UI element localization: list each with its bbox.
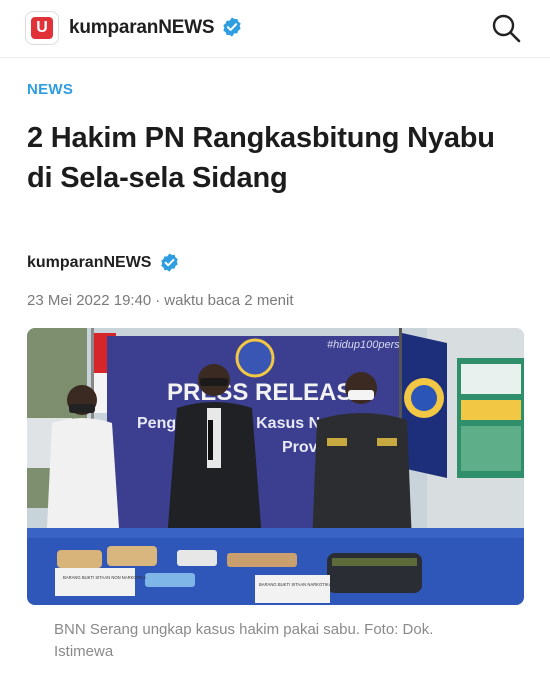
category-label[interactable]: NEWS	[27, 81, 73, 98]
reading-time: waktu baca 2 menit	[164, 292, 294, 309]
publish-date: 23 Mei 2022 19:40	[27, 292, 152, 309]
article-photo[interactable]: #hidup100persen PRESS RELEASE Pengungkap…	[27, 328, 524, 605]
evidence-sign-2: BARANG BUKTI SITAAN NARKOTIKA	[259, 582, 332, 587]
banner-title: PRESS RELEASE	[167, 379, 368, 406]
author-name[interactable]: kumparanNEWS	[27, 254, 151, 272]
photo-caption: BNN Serang ungkap kasus hakim pakai sabu…	[54, 621, 434, 660]
verified-badge-icon	[161, 253, 178, 272]
evidence-sign-1: BARANG BUKTI SITAAN NON NARKOTIKA	[63, 575, 146, 580]
article-meta: 23 Mei 2022 19:40 · waktu baca 2 menit	[27, 292, 294, 309]
article-headline: 2 Hakim PN Rangkasbitung Nyabu di Sela-s…	[27, 122, 495, 194]
top-bar: U kumparanNEWS	[0, 0, 550, 58]
logo-letter: U	[31, 17, 53, 39]
meta-separator: ·	[155, 292, 161, 309]
verified-badge-icon	[223, 17, 241, 37]
brand-name[interactable]: kumparanNEWS	[69, 17, 215, 39]
search-icon[interactable]	[490, 12, 522, 44]
kumparan-logo[interactable]: U	[25, 11, 59, 45]
press-conference-image: #hidup100persen PRESS RELEASE Pengungkap…	[27, 328, 524, 605]
